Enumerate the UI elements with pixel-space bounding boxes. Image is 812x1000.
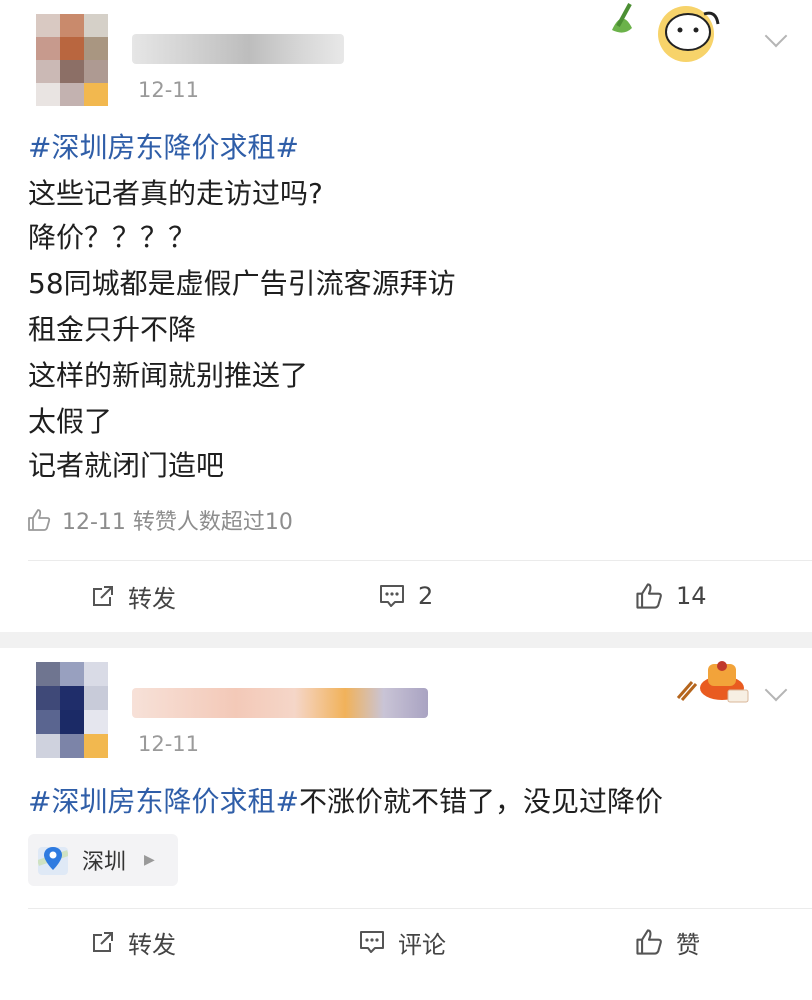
post-text-line: 这些记者真的走访过吗? xyxy=(28,177,323,210)
location-pin-icon xyxy=(38,847,68,875)
chevron-down-icon[interactable] xyxy=(764,24,788,48)
post-text: #深圳房东降价求租#不涨价就不错了，没见过降价 xyxy=(28,780,663,824)
location-label: 深圳 xyxy=(82,850,127,875)
like-button[interactable]: 赞 xyxy=(634,922,700,962)
divider xyxy=(28,908,812,909)
like-button[interactable]: 14 xyxy=(634,576,707,616)
comment-button[interactable]: 评论 xyxy=(358,922,446,962)
decoration-sticker-icon xyxy=(612,3,720,62)
repost-icon xyxy=(93,586,113,606)
post-text-line: 太假了 xyxy=(28,405,113,438)
decoration-hotpot-icon xyxy=(676,661,749,703)
comment-label: 评论 xyxy=(398,930,446,959)
post-text-line: 记者就闭门造吧 xyxy=(28,449,225,482)
chevron-right-icon: ▶ xyxy=(144,852,155,868)
repost-button[interactable]: 转发 xyxy=(90,922,176,962)
repost-label: 转发 xyxy=(128,930,176,959)
avatar[interactable] xyxy=(36,662,108,758)
comment-icon xyxy=(360,931,384,953)
comment-button[interactable]: 2 xyxy=(378,576,433,616)
avatar[interactable] xyxy=(36,14,108,106)
like-count: 14 xyxy=(676,582,707,610)
post-text-line: 租金只升不降 xyxy=(28,313,197,346)
post-meta: 12-11 转赞人数超过10 xyxy=(26,502,293,538)
username-blurred[interactable] xyxy=(132,34,344,64)
meta-text: 12-11 转赞人数超过10 xyxy=(62,510,293,535)
thumb-up-icon xyxy=(28,509,51,531)
post-time: 12-11 xyxy=(138,732,200,756)
topic-link[interactable]: #深圳房东降价求租# xyxy=(28,126,299,170)
post-text-body: 不涨价就不错了，没见过降价 xyxy=(298,785,663,818)
chevron-down-icon[interactable] xyxy=(764,678,788,702)
topic-link[interactable]: #深圳房东降价求租# xyxy=(28,785,299,818)
username-blurred[interactable] xyxy=(132,688,428,718)
location-tag[interactable]: 深圳 ▶ xyxy=(28,834,178,886)
repost-button[interactable]: 转发 xyxy=(90,576,176,616)
repost-label: 转发 xyxy=(128,584,176,613)
thumb-up-icon xyxy=(636,583,662,609)
repost-icon xyxy=(93,932,113,952)
comment-icon xyxy=(380,585,404,607)
post-text-line: 这样的新闻就别推送了 xyxy=(28,359,309,392)
like-label: 赞 xyxy=(676,930,700,959)
divider xyxy=(28,560,812,561)
comment-count: 2 xyxy=(418,582,434,610)
post-card: 12-11 #深圳房东降价求租# 这些记者真的走访过吗? 降价？？？？ 58同城… xyxy=(0,0,812,632)
post-card: 12-11 #深圳房东降价求租#不涨价就不错了，没见过降价 深圳 ▶ 转发 评论… xyxy=(0,648,812,1000)
post-time: 12-11 xyxy=(138,78,200,102)
thumb-up-icon xyxy=(636,929,662,955)
post-text-line: 58同城都是虚假广告引流客源拜访 xyxy=(28,267,456,300)
post-text-line: 降价？？？？ xyxy=(28,221,197,254)
